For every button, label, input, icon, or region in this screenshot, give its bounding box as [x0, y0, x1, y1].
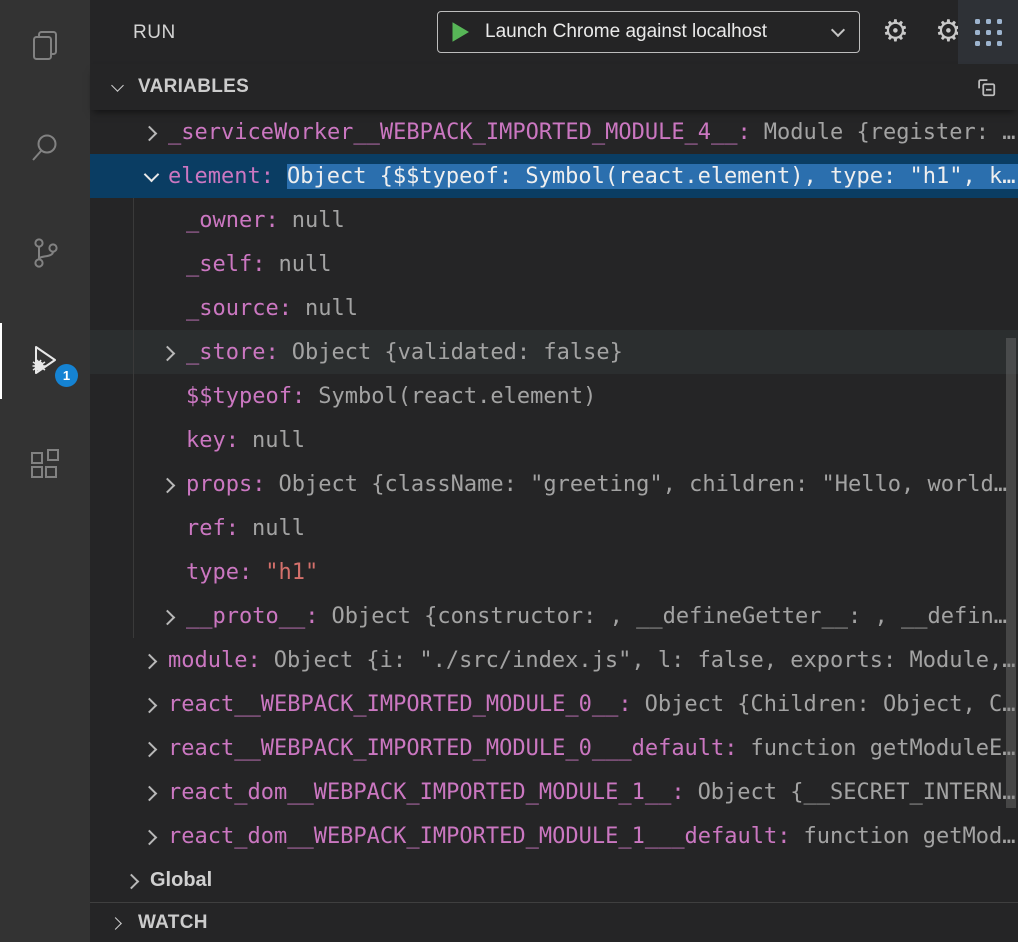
gear-icon[interactable]: ⚙ — [882, 14, 909, 50]
scrollbar[interactable] — [1006, 338, 1016, 808]
variable-name: ref: — [186, 516, 239, 541]
variable-row[interactable]: __proto__: Object {constructor: , __defi… — [90, 594, 1018, 638]
variables-tree: _serviceWorker__WEBPACK_IMPORTED_MODULE_… — [90, 110, 1018, 902]
variable-value: function getMod… — [804, 824, 1016, 849]
debug-badge: 1 — [55, 364, 78, 387]
variable-name: react_dom__WEBPACK_IMPORTED_MODULE_1__: — [168, 780, 685, 805]
panel-title: RUN — [133, 22, 176, 44]
active-view-indicator — [0, 323, 2, 399]
variable-row[interactable]: _source: null — [90, 286, 1018, 330]
variable-value: Module {register: … — [764, 120, 1016, 145]
variables-section-label: VARIABLES — [138, 76, 249, 98]
variable-value: Object {$$typeof: Symbol(react.element),… — [287, 164, 1018, 189]
variable-row[interactable]: $$typeof: Symbol(react.element) — [90, 374, 1018, 418]
variable-value: null — [292, 208, 345, 233]
search-icon[interactable] — [27, 130, 63, 166]
indent-spacer — [152, 242, 186, 286]
variable-row[interactable]: props: Object {className: "greeting", ch… — [90, 462, 1018, 506]
variable-name: $$typeof: — [186, 384, 305, 409]
scope-row-global[interactable]: Global — [90, 858, 1018, 902]
variable-value-string: "h1" — [265, 560, 318, 585]
chevron-right-icon[interactable] — [110, 915, 126, 931]
chevron-right-icon[interactable] — [134, 814, 168, 858]
variable-value: function getModuleE… — [751, 736, 1016, 761]
debug-toolbar: RUN Launch Chrome against localhost ⚙ ⚙ — [90, 0, 1018, 64]
scope-name: Global — [150, 869, 212, 892]
chevron-down-icon[interactable] — [110, 79, 126, 95]
watch-section-label: WATCH — [138, 912, 208, 934]
variable-name: react_dom__WEBPACK_IMPORTED_MODULE_1___d… — [168, 824, 791, 849]
variable-name: type: — [186, 560, 252, 585]
watch-section-header[interactable]: WATCH — [90, 902, 1018, 942]
indent-spacer — [152, 374, 186, 418]
variable-value: Object {validated: false} — [292, 340, 623, 365]
variable-value: Object {constructor: , __defineGetter__:… — [331, 604, 1007, 629]
source-control-icon[interactable] — [27, 235, 63, 271]
chevron-right-icon[interactable] — [134, 770, 168, 814]
variable-row[interactable]: module: Object {i: "./src/index.js", l: … — [90, 638, 1018, 682]
variable-value: null — [252, 428, 305, 453]
variable-name: module: — [168, 648, 261, 673]
chevron-right-icon[interactable] — [116, 858, 150, 902]
variable-row[interactable]: key: null — [90, 418, 1018, 462]
variable-name: __proto__: — [186, 604, 318, 629]
chevron-right-icon[interactable] — [152, 594, 186, 638]
indent-spacer — [152, 550, 186, 594]
variable-value: Object {i: "./src/index.js", l: false, e… — [274, 648, 1016, 673]
variable-row-hovered[interactable]: _store: Object {validated: false} — [90, 330, 1018, 374]
variable-row-selected[interactable]: element: Object {$$typeof: Symbol(react.… — [90, 154, 1018, 198]
activity-bar: 1 — [0, 0, 90, 942]
indent-spacer — [152, 418, 186, 462]
chevron-down-icon — [831, 22, 845, 36]
variable-row[interactable]: react_dom__WEBPACK_IMPORTED_MODULE_1__: … — [90, 770, 1018, 814]
variable-name: react__WEBPACK_IMPORTED_MODULE_0___defau… — [168, 736, 738, 761]
collapse-all-icon[interactable] — [975, 76, 997, 98]
play-icon[interactable] — [449, 20, 471, 44]
variable-value: Object {Children: Object, C… — [645, 692, 1016, 717]
variable-name: _store: — [186, 340, 279, 365]
variable-value: null — [278, 252, 331, 277]
explorer-files-icon[interactable] — [27, 27, 63, 63]
editor-corner — [958, 0, 1018, 65]
variable-value: Object {__SECRET_INTERN… — [698, 780, 1016, 805]
variable-row[interactable]: react_dom__WEBPACK_IMPORTED_MODULE_1___d… — [90, 814, 1018, 858]
variable-row[interactable]: _self: null — [90, 242, 1018, 286]
extensions-icon[interactable] — [27, 447, 63, 483]
indent-spacer — [152, 286, 186, 330]
chevron-right-icon[interactable] — [134, 638, 168, 682]
variable-value: Object {className: "greeting", children:… — [278, 472, 1006, 497]
run-debug-panel: RUN Launch Chrome against localhost ⚙ ⚙ … — [90, 0, 1018, 942]
indent-spacer — [152, 506, 186, 550]
variable-value: Symbol(react.element) — [318, 384, 596, 409]
variable-value: null — [252, 516, 305, 541]
chevron-right-icon[interactable] — [134, 682, 168, 726]
indent-spacer — [152, 198, 186, 242]
variable-name: _self: — [186, 252, 265, 277]
variable-name: key: — [186, 428, 239, 453]
variable-name: _source: — [186, 296, 292, 321]
variable-name: element: — [168, 164, 274, 189]
variable-name: react__WEBPACK_IMPORTED_MODULE_0__: — [168, 692, 632, 717]
chevron-down-icon[interactable] — [134, 154, 168, 198]
variable-row[interactable]: type: "h1" — [90, 550, 1018, 594]
chevron-right-icon[interactable] — [134, 726, 168, 770]
chevron-right-icon[interactable] — [152, 462, 186, 506]
variable-name: _owner: — [186, 208, 279, 233]
chevron-right-icon[interactable] — [152, 330, 186, 374]
variable-row[interactable]: react__WEBPACK_IMPORTED_MODULE_0__: Obje… — [90, 682, 1018, 726]
variable-name: _serviceWorker__WEBPACK_IMPORTED_MODULE_… — [168, 120, 751, 145]
chevron-right-icon[interactable] — [134, 110, 168, 154]
debug-config-dropdown[interactable]: Launch Chrome against localhost — [437, 11, 860, 53]
variable-row[interactable]: _serviceWorker__WEBPACK_IMPORTED_MODULE_… — [90, 110, 1018, 154]
variable-value: null — [305, 296, 358, 321]
variable-row[interactable]: ref: null — [90, 506, 1018, 550]
debug-config-label: Launch Chrome against localhost — [485, 21, 767, 43]
variables-section-header[interactable]: VARIABLES — [90, 64, 1018, 110]
variable-row[interactable]: _owner: null — [90, 198, 1018, 242]
layout-grid-icon[interactable] — [975, 19, 1002, 46]
variable-name: props: — [186, 472, 265, 497]
variable-row[interactable]: react__WEBPACK_IMPORTED_MODULE_0___defau… — [90, 726, 1018, 770]
